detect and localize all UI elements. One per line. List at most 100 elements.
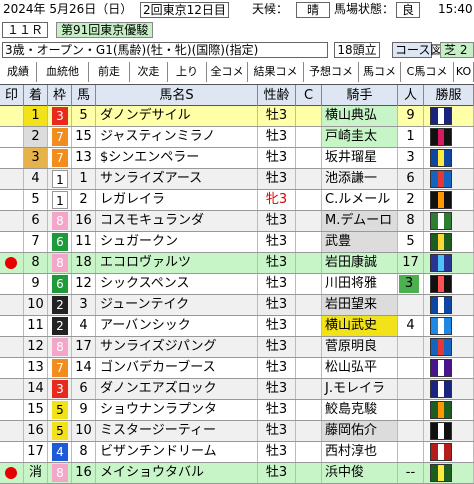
cell-c: [296, 148, 322, 168]
cell-horse-name[interactable]: サンライズアース: [96, 169, 258, 189]
cell-horse-name[interactable]: ダノンエアズロック: [96, 379, 258, 399]
table-row[interactable]: 13 7 14 ゴンバデカーブース 牡3 松山弘平: [0, 358, 474, 379]
tab-next-race[interactable]: 次走: [130, 62, 168, 82]
jockey-silks-icon: [430, 128, 452, 146]
cell-horse-name[interactable]: メイショウタバル: [96, 463, 258, 483]
cell-jockey[interactable]: 浜中俊: [322, 463, 398, 483]
col-header-silks[interactable]: 勝服: [424, 85, 474, 106]
tab-prev-race[interactable]: 前走: [89, 62, 130, 82]
cell-jockey[interactable]: 西村淳也: [322, 442, 398, 462]
col-header-finish[interactable]: 着: [24, 85, 48, 106]
cell-mark: [0, 400, 24, 420]
table-row[interactable]: 7 6 11 シュガークン 牡3 武豊 5: [0, 232, 474, 253]
col-header-c[interactable]: C: [296, 85, 322, 106]
table-row[interactable]: 6 8 16 コスモキュランダ 牡3 M.デムーロ 8: [0, 211, 474, 232]
tab-last3f[interactable]: 上り: [168, 62, 207, 82]
col-header-mark[interactable]: 印: [0, 85, 24, 106]
cell-horse-number: 15: [72, 127, 96, 147]
table-row[interactable]: 10 2 3 ジューンテイク 牡3 岩田望来: [0, 295, 474, 316]
cell-horse-name[interactable]: エコロヴァルツ: [96, 253, 258, 273]
course-map-button[interactable]: コース図: [392, 42, 442, 58]
tab-results[interactable]: 成績: [0, 62, 37, 82]
gate-badge: 1: [52, 191, 68, 209]
cell-jockey[interactable]: 川田将雅: [322, 274, 398, 294]
cell-jockey[interactable]: 池添謙一: [322, 169, 398, 189]
cell-finish: 4: [24, 169, 48, 189]
view-tabs: 成績 血統他 前走 次走 上り 全コメ 結果コメ 予想コメ 馬コメ C馬コメ KO: [0, 62, 474, 84]
cell-mark: [0, 337, 24, 357]
col-header-horse-name[interactable]: 馬名S: [96, 85, 258, 106]
table-row[interactable]: 8 8 18 エコロヴァルツ 牡3 岩田康誠 17: [0, 253, 474, 274]
cell-jockey[interactable]: 鮫島克駿: [322, 400, 398, 420]
cell-horse-number: 9: [72, 400, 96, 420]
table-row[interactable]: 9 6 12 シックスペンス 牡3 川田将雅 3: [0, 274, 474, 295]
col-header-sex-age[interactable]: 性齢: [258, 85, 296, 106]
cell-horse-name[interactable]: ビザンチンドリーム: [96, 442, 258, 462]
cell-jockey[interactable]: 坂井瑠星: [322, 148, 398, 168]
cell-horse-name[interactable]: レガレイラ: [96, 190, 258, 210]
table-row[interactable]: 3 7 13 $シンエンペラー 牡3 坂井瑠星 3: [0, 148, 474, 169]
gate-badge: 2: [52, 317, 68, 335]
tab-result-comments[interactable]: 結果コメ: [248, 62, 304, 82]
tab-horse-comments[interactable]: 馬コメ: [359, 62, 401, 82]
cell-jockey[interactable]: 横山典弘: [322, 106, 398, 126]
table-row[interactable]: 12 8 17 サンライズジパング 牡3 菅原明良: [0, 337, 474, 358]
cell-jockey[interactable]: 岩田望来: [322, 295, 398, 315]
cell-horse-name[interactable]: アーバンシック: [96, 316, 258, 336]
cell-horse-name[interactable]: ジャスティンミラノ: [96, 127, 258, 147]
cell-popularity: 8: [398, 211, 424, 231]
col-header-gate[interactable]: 枠: [48, 85, 72, 106]
race-number: １１Ｒ: [2, 22, 48, 38]
cell-gate: 7: [48, 127, 72, 147]
table-row[interactable]: 14 3 6 ダノンエアズロック 牡3 J.モレイラ: [0, 379, 474, 400]
table-row[interactable]: 5 1 2 レガレイラ 牝3 C.ルメール 2: [0, 190, 474, 211]
cell-horse-name[interactable]: サンライズジパング: [96, 337, 258, 357]
table-row[interactable]: 17 4 8 ビザンチンドリーム 牡3 西村淳也: [0, 442, 474, 463]
tab-pedigree[interactable]: 血統他: [37, 62, 89, 82]
cell-horse-name[interactable]: ダノンデサイル: [96, 106, 258, 126]
table-row[interactable]: 消 8 16 メイショウタバル 牡3 浜中俊 --: [0, 463, 474, 484]
cell-horse-name[interactable]: シックスペンス: [96, 274, 258, 294]
cell-horse-name[interactable]: ミスタージーティー: [96, 421, 258, 441]
table-row[interactable]: 1 3 5 ダノンデサイル 牡3 横山典弘 9: [0, 106, 474, 127]
cell-gate: 5: [48, 400, 72, 420]
table-row[interactable]: 4 1 1 サンライズアース 牡3 池添謙一 6: [0, 169, 474, 190]
cell-finish: 13: [24, 358, 48, 378]
tab-c-horse-comments[interactable]: C馬コメ: [401, 62, 454, 82]
cell-c: [296, 421, 322, 441]
tab-pick-comments[interactable]: 予想コメ: [304, 62, 359, 82]
cell-horse-name[interactable]: シュガークン: [96, 232, 258, 252]
table-row[interactable]: 2 7 15 ジャスティンミラノ 牡3 戸崎圭太 1: [0, 127, 474, 148]
cell-jockey[interactable]: 戸崎圭太: [322, 127, 398, 147]
cell-finish: 12: [24, 337, 48, 357]
cell-horse-number: 6: [72, 379, 96, 399]
cell-horse-name[interactable]: $シンエンペラー: [96, 148, 258, 168]
cell-jockey[interactable]: 武豊: [322, 232, 398, 252]
cell-jockey[interactable]: 横山武史: [322, 316, 398, 336]
cell-horse-name[interactable]: コスモキュランダ: [96, 211, 258, 231]
cell-jockey[interactable]: 菅原明良: [322, 337, 398, 357]
cell-silks: [424, 253, 474, 273]
jockey-silks-icon: [430, 275, 452, 293]
cell-jockey[interactable]: 松山弘平: [322, 358, 398, 378]
cell-horse-name[interactable]: ジューンテイク: [96, 295, 258, 315]
cell-jockey[interactable]: M.デムーロ: [322, 211, 398, 231]
table-row[interactable]: 11 2 4 アーバンシック 牡3 横山武史 4: [0, 316, 474, 337]
gate-badge: 8: [52, 338, 68, 356]
cell-jockey[interactable]: 藤岡佑介: [322, 421, 398, 441]
table-row[interactable]: 16 5 10 ミスタージーティー 牡3 藤岡佑介: [0, 421, 474, 442]
tab-ko[interactable]: KO: [454, 62, 474, 82]
cell-sex-age: 牡3: [258, 463, 296, 483]
cell-jockey[interactable]: 岩田康誠: [322, 253, 398, 273]
col-header-popularity[interactable]: 人: [398, 85, 424, 106]
col-header-horse-number[interactable]: 馬: [72, 85, 96, 106]
col-header-jockey[interactable]: 騎手: [322, 85, 398, 106]
table-row[interactable]: 15 5 9 ショウナンラプンタ 牡3 鮫島克駿: [0, 400, 474, 421]
cell-jockey[interactable]: C.ルメール: [322, 190, 398, 210]
cell-mark: [0, 253, 24, 273]
cell-jockey[interactable]: J.モレイラ: [322, 379, 398, 399]
tab-all-comments[interactable]: 全コメ: [207, 62, 248, 82]
cell-sex-age: 牡3: [258, 316, 296, 336]
cell-horse-name[interactable]: ゴンバデカーブース: [96, 358, 258, 378]
cell-horse-name[interactable]: ショウナンラプンタ: [96, 400, 258, 420]
